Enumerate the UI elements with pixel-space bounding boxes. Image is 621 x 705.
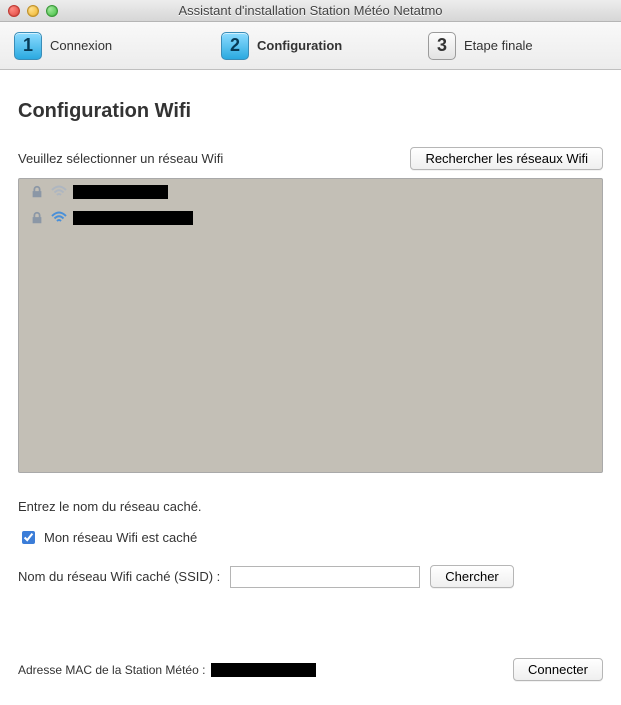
mac-address-redacted — [211, 663, 316, 677]
wifi-signal-weak-icon — [51, 184, 67, 200]
wifi-ssid-redacted — [73, 185, 168, 199]
step-label: Configuration — [257, 38, 342, 53]
lock-icon — [29, 210, 45, 226]
window-title: Assistant d'installation Station Météo N… — [0, 3, 621, 18]
wizard-steps: 1 Connexion 2 Configuration 3 Etape fina… — [0, 22, 621, 70]
select-network-prompt: Veuillez sélectionner un réseau Wifi — [18, 151, 223, 166]
wifi-network-item[interactable] — [19, 179, 602, 205]
titlebar: Assistant d'installation Station Météo N… — [0, 0, 621, 22]
hidden-ssid-input[interactable] — [230, 566, 420, 588]
traffic-lights — [8, 5, 58, 17]
hidden-network-prompt: Entrez le nom du réseau caché. — [18, 499, 603, 514]
step-number-icon: 2 — [221, 32, 249, 60]
step-number-icon: 3 — [428, 32, 456, 60]
hidden-network-checkbox-label: Mon réseau Wifi est caché — [44, 530, 197, 545]
close-window-button[interactable] — [8, 5, 20, 17]
step-number-icon: 1 — [14, 32, 42, 60]
lock-icon — [29, 184, 45, 200]
step-connexion: 1 Connexion — [0, 22, 207, 69]
search-networks-button[interactable]: Rechercher les réseaux Wifi — [410, 147, 603, 170]
wifi-network-list[interactable] — [18, 178, 603, 473]
zoom-window-button[interactable] — [46, 5, 58, 17]
content-area: Configuration Wifi Veuillez sélectionner… — [0, 70, 621, 695]
step-label: Etape finale — [464, 38, 533, 53]
step-configuration: 2 Configuration — [207, 22, 414, 69]
wifi-signal-strong-icon — [51, 210, 67, 226]
step-etape-finale: 3 Etape finale — [414, 22, 621, 69]
wifi-ssid-redacted — [73, 211, 193, 225]
connect-button[interactable]: Connecter — [513, 658, 603, 681]
mac-address-label: Adresse MAC de la Station Météo : — [18, 663, 205, 677]
minimize-window-button[interactable] — [27, 5, 39, 17]
wifi-network-item[interactable] — [19, 205, 602, 231]
hidden-ssid-label: Nom du réseau Wifi caché (SSID) : — [18, 569, 220, 584]
page-title: Configuration Wifi — [18, 100, 603, 123]
hidden-network-checkbox[interactable] — [22, 531, 35, 544]
step-label: Connexion — [50, 38, 112, 53]
search-hidden-button[interactable]: Chercher — [430, 565, 513, 588]
